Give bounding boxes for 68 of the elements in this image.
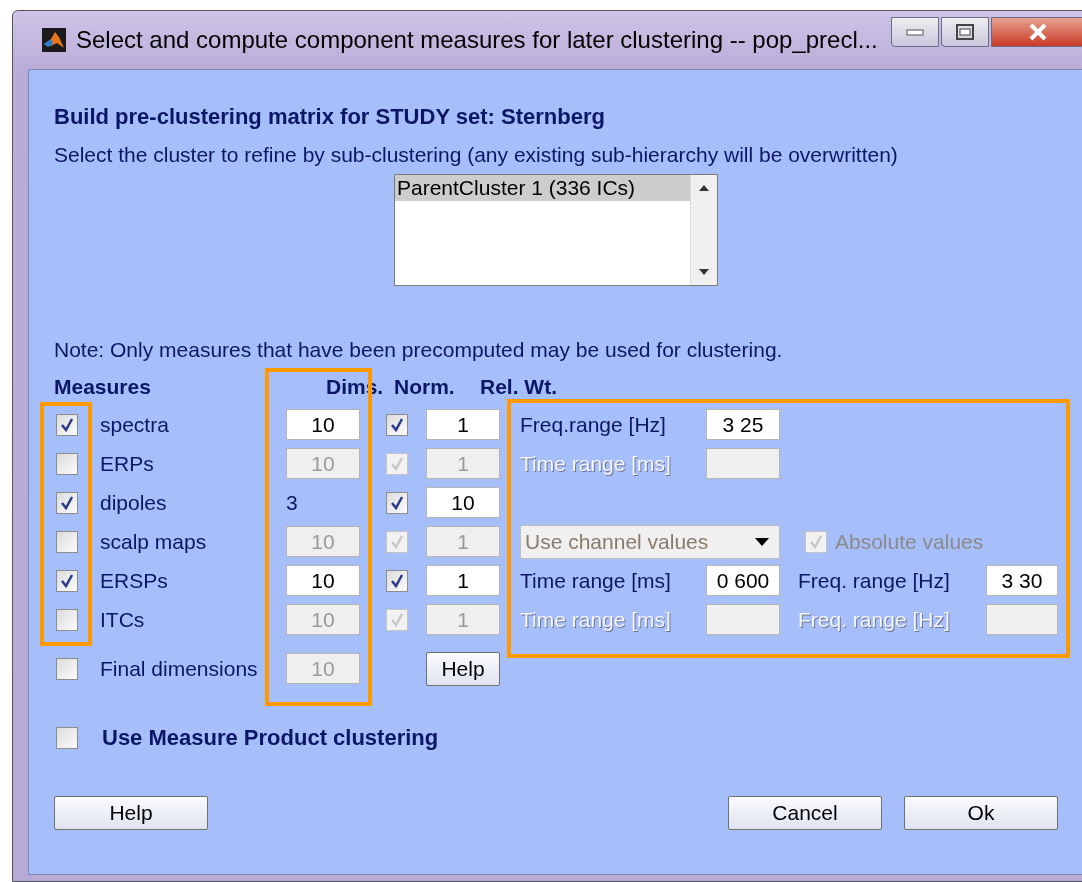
checkbox[interactable] (56, 413, 78, 436)
column-header: Norm. (394, 375, 455, 399)
range-label: Time range [ms] (520, 568, 672, 593)
measure-label: ERPs (100, 451, 154, 476)
measure-label: dipoles (100, 490, 167, 515)
check-icon (389, 455, 405, 472)
check-icon (389, 533, 405, 550)
check-icon (808, 533, 824, 550)
measure-label: scalp maps (100, 529, 207, 554)
check-icon (389, 494, 405, 511)
dialog-button[interactable]: Ok (904, 796, 1058, 830)
dims-field[interactable]: 10 (286, 565, 360, 596)
measure-label: ERSPs (100, 568, 168, 593)
checkbox[interactable] (56, 726, 78, 749)
range-label: Freq.range [Hz] (520, 412, 667, 437)
checkbox-label: Absolute values (835, 529, 984, 554)
range-field[interactable] (986, 604, 1058, 635)
check-icon (59, 494, 75, 511)
maximize-button[interactable] (941, 17, 989, 47)
note-text: Note: Only measures that have been precomputed may be used for clustering. (54, 338, 784, 362)
column-header: Rel. Wt. (480, 375, 557, 399)
check-icon (389, 611, 405, 628)
weight-field[interactable]: 10 (426, 487, 500, 518)
range-field[interactable]: 3 25 (706, 409, 780, 440)
check-icon (59, 416, 75, 433)
close-button[interactable] (991, 17, 1082, 47)
column-header: Measures (54, 375, 151, 399)
weight-field[interactable]: 1 (426, 565, 500, 596)
scroll-up-icon[interactable] (699, 185, 709, 191)
check-icon (389, 416, 405, 433)
dialog-button[interactable]: Help (54, 796, 208, 830)
weight-field[interactable]: 1 (426, 409, 500, 440)
check-icon (59, 572, 75, 589)
dims-field[interactable]: 10 (286, 409, 360, 440)
instruction-text: Select the cluster to refine by sub-clustering (any existing sub-hierarchy will be overwritten) (54, 143, 899, 167)
range-field[interactable]: 0 600 (706, 565, 780, 596)
list-item[interactable]: ParentCluster 1 (336 ICs) (395, 175, 690, 201)
cluster-listbox[interactable]: ParentCluster 1 (336 ICs) (394, 174, 718, 286)
final-dimensions-label: Final dimensions (100, 656, 258, 681)
caret-icon (755, 537, 769, 546)
range-label: Freq. range [Hz] (798, 568, 951, 593)
norm-checkbox[interactable] (386, 491, 408, 514)
checkbox[interactable] (56, 569, 78, 592)
range-label: Freq. range [Hz] (798, 607, 951, 632)
check-icon (389, 572, 405, 589)
checkbox[interactable] (56, 491, 78, 514)
dialog-button[interactable]: Cancel (728, 796, 882, 830)
dialog-heading: Build pre-clustering matrix for STUDY set: Sternberg (54, 105, 606, 129)
scrollbar[interactable] (690, 175, 717, 285)
dims-value: 3 (286, 490, 298, 515)
measure-label: ITCs (100, 607, 145, 632)
app-icon (42, 28, 66, 52)
help-button[interactable]: Help (426, 651, 500, 686)
minimize-icon (906, 28, 924, 36)
range-field[interactable] (706, 448, 780, 479)
measure-label: spectra (100, 412, 169, 437)
close-icon (1028, 23, 1048, 41)
minimize-button[interactable] (891, 17, 939, 47)
norm-checkbox[interactable] (386, 569, 408, 592)
maximize-icon (956, 24, 974, 40)
norm-checkbox[interactable] (386, 413, 408, 436)
scroll-down-icon[interactable] (699, 269, 709, 275)
product-clustering-label: Use Measure Product clustering (102, 724, 439, 751)
range-label: Time range [ms] (520, 451, 672, 476)
range-field[interactable]: 3 30 (986, 565, 1058, 596)
range-field[interactable] (706, 604, 780, 635)
window-title: Select and compute component measures for later clustering -- pop_precl... (76, 26, 878, 54)
range-label: Time range [ms] (520, 607, 672, 632)
